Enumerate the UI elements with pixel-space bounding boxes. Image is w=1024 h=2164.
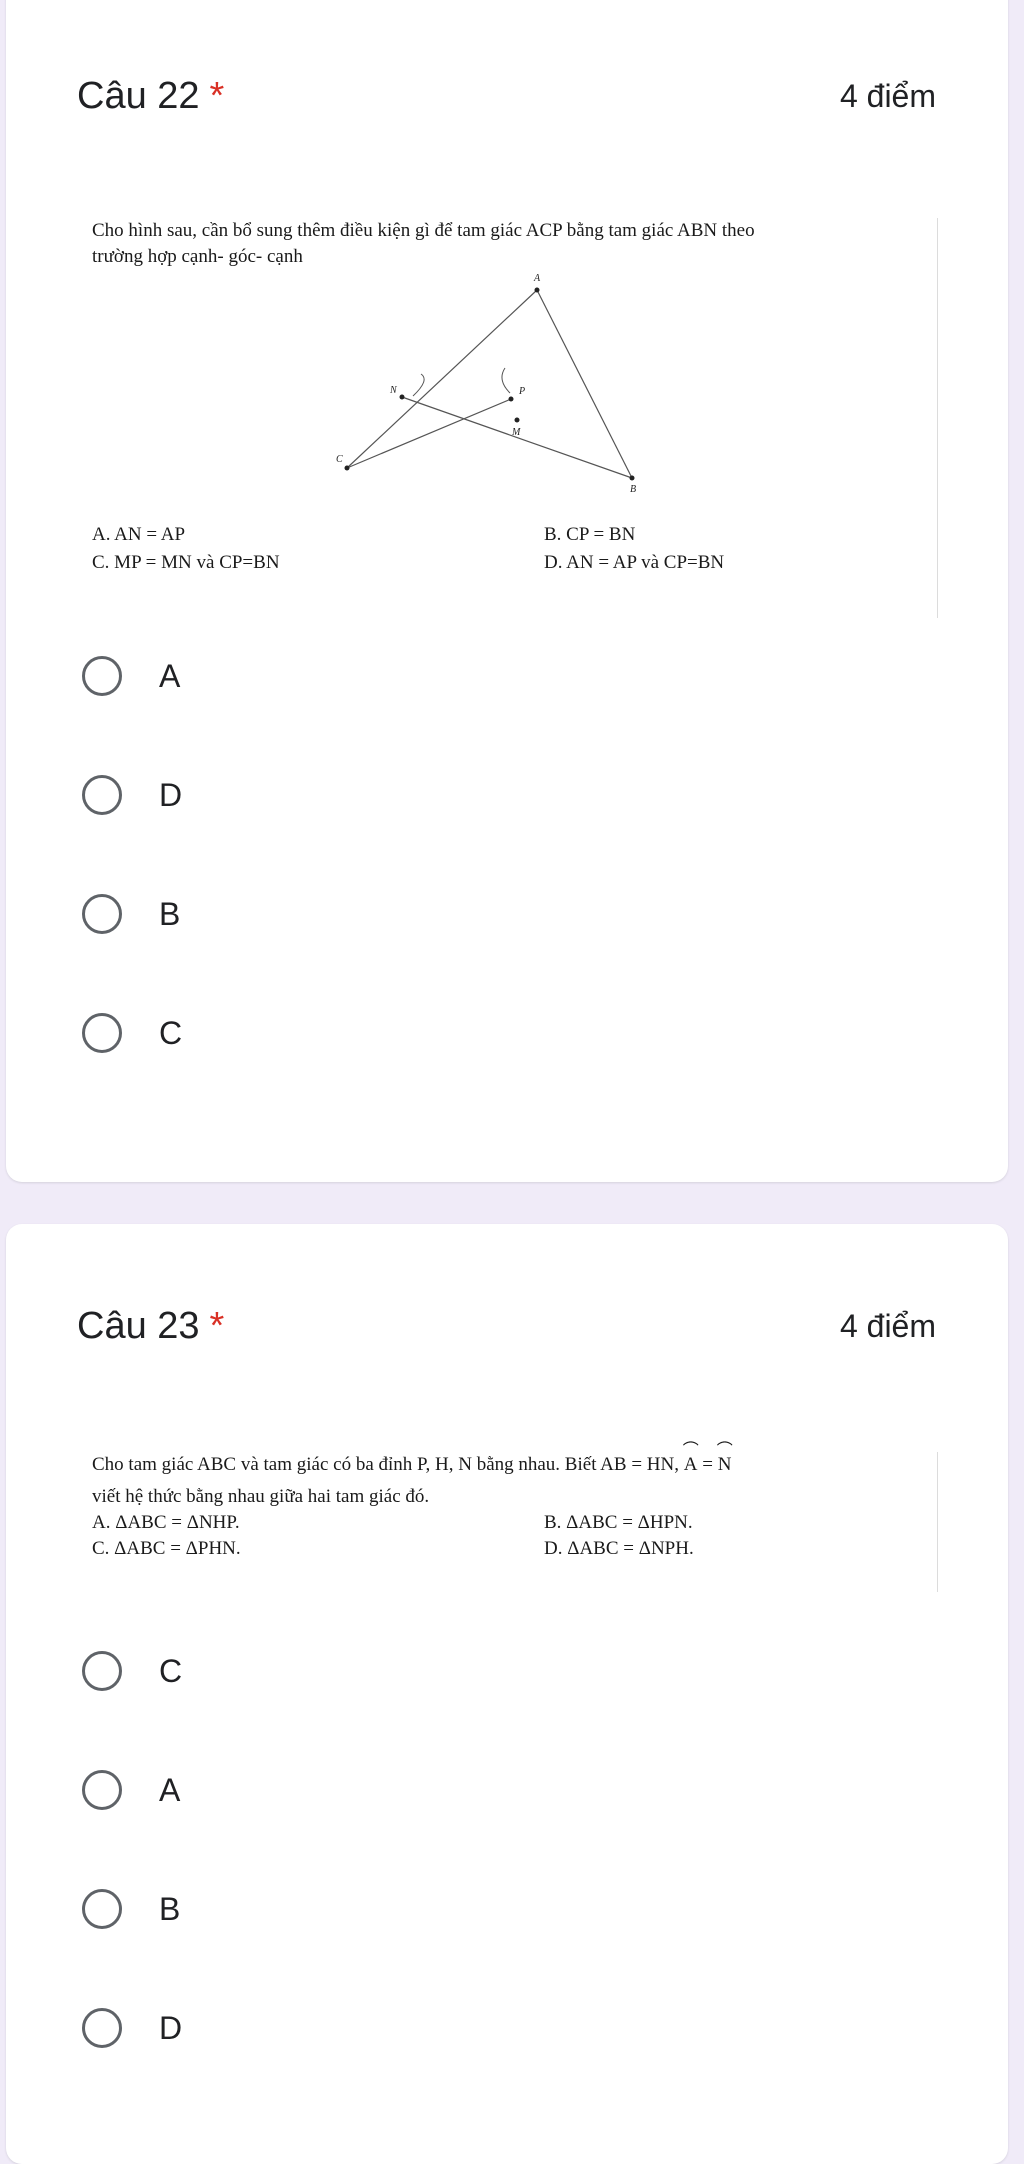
option-b-text: B. CP = BN <box>544 524 636 545</box>
question-text-line2: trường hợp cạnh- góc- cạnh <box>92 246 303 267</box>
choice-label: D <box>159 2009 183 2046</box>
radio-button[interactable] <box>82 2008 122 2048</box>
question-header: Câu 23 * 4 điểm <box>77 1305 936 1348</box>
question-image: Cho tam giác ABC và tam giác có ba đỉnh … <box>82 1438 938 1592</box>
points-label: 4 điểm <box>839 1308 936 1344</box>
option-a-text: A. ΔABC = ΔNHP. <box>92 1512 240 1533</box>
figure-label-a: A <box>533 273 541 284</box>
option-d-text: D. AN = AP và CP=BN <box>544 552 725 573</box>
figure-label-m: M <box>511 427 521 438</box>
question-title: Câu 23 * <box>77 1305 224 1348</box>
question-text-line1: Cho hình sau, cần bổ sung thêm điều kiện… <box>92 220 755 241</box>
angle-n: N <box>717 1438 733 1478</box>
question-text-line1: Cho tam giác ABC và tam giác có ba đỉnh … <box>92 1438 733 1478</box>
radio-button[interactable] <box>82 1889 122 1929</box>
option-a-text: A. AN = AP <box>92 524 186 545</box>
choice-label: C <box>159 1014 183 1051</box>
question-text-main: Cho tam giác ABC và tam giác có ba đỉnh … <box>92 1454 679 1475</box>
figure-label-c: C <box>336 454 343 465</box>
triangle-figure: A N P M C B <box>336 273 636 495</box>
equals-sign: = <box>697 1454 718 1475</box>
option-c-text: C. ΔABC = ΔPHN. <box>92 1538 241 1559</box>
option-c-text: C. MP = MN và CP=BN <box>92 552 280 573</box>
choice-label: A <box>159 1771 181 1808</box>
choice-label: A <box>159 657 181 694</box>
question-title-text: Câu 22 <box>77 75 200 117</box>
question-title: Câu 22 * <box>77 75 224 118</box>
choice-row[interactable]: D <box>82 775 182 815</box>
angle-a: A <box>683 1438 699 1478</box>
radio-button[interactable] <box>82 1013 122 1053</box>
radio-button[interactable] <box>82 1770 122 1810</box>
figure-label-n: N <box>389 385 398 396</box>
points-label: 4 điểm <box>839 78 936 114</box>
question-card-23: Câu 23 * 4 điểm Cho tam giác ABC và tam g… <box>6 1224 1008 2164</box>
question-image: Cho hình sau, cần bổ sung thêm điều kiện… <box>82 218 938 618</box>
choice-row[interactable]: A <box>82 1770 180 1810</box>
choice-row[interactable]: C <box>82 1013 182 1053</box>
choice-row[interactable]: B <box>82 894 180 934</box>
radio-button[interactable] <box>82 1651 122 1691</box>
question-text-line2: viết hệ thức bằng nhau giữa hai tam giác… <box>92 1486 430 1507</box>
figure-label-p: P <box>518 386 525 397</box>
radio-button[interactable] <box>82 656 122 696</box>
choice-label: B <box>159 1890 181 1927</box>
figure-label-b: B <box>630 484 636 495</box>
choice-row[interactable]: C <box>82 1651 182 1691</box>
choice-row[interactable]: B <box>82 1889 180 1929</box>
choice-label: B <box>159 895 181 932</box>
radio-button[interactable] <box>82 775 122 815</box>
required-asterisk: * <box>209 75 225 117</box>
choice-label: C <box>159 1652 183 1689</box>
question-title-text: Câu 23 <box>77 1305 200 1347</box>
option-b-text: B. ΔABC = ΔHPN. <box>544 1512 693 1533</box>
choice-row[interactable]: A <box>82 656 180 696</box>
question-card-22: Câu 22 * 4 điểm Cho hình sau, cần bổ sung… <box>6 0 1008 1182</box>
question-header: Câu 22 * 4 điểm <box>77 75 936 118</box>
option-d-text: D. ΔABC = ΔNPH. <box>544 1538 694 1559</box>
choice-row[interactable]: D <box>82 2008 182 2048</box>
choice-label: D <box>159 776 183 813</box>
radio-button[interactable] <box>82 894 122 934</box>
required-asterisk: * <box>209 1305 225 1347</box>
